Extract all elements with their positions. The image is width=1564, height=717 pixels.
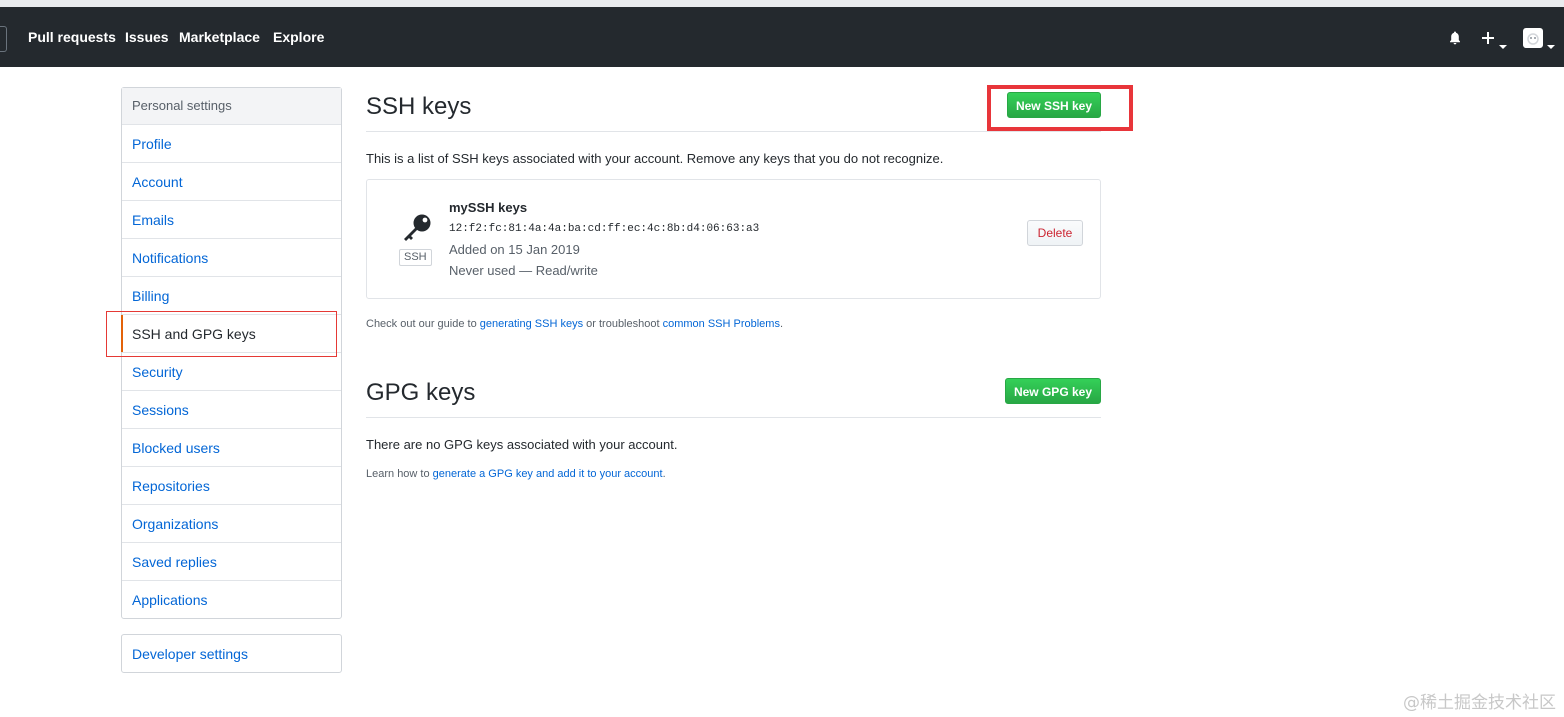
avatar-dropdown-caret[interactable] bbox=[1547, 36, 1555, 54]
sidebar-item-account[interactable]: Account bbox=[122, 163, 341, 201]
sidebar-item-emails[interactable]: Emails bbox=[122, 201, 341, 239]
ssh-guide-text: Check out our guide to generating SSH ke… bbox=[366, 318, 783, 330]
delete-key-button[interactable]: Delete bbox=[1027, 220, 1083, 246]
guide-middle: or troubleshoot bbox=[583, 318, 663, 330]
key-added-date: Added on 15 Jan 2019 bbox=[449, 242, 580, 257]
highlight-box-new-ssh-key bbox=[987, 85, 1133, 131]
top-strip bbox=[0, 0, 1564, 7]
learn-suffix: . bbox=[662, 468, 666, 480]
ssh-badge: SSH bbox=[399, 249, 432, 266]
ssh-intro-text: This is a list of SSH keys associated wi… bbox=[366, 151, 944, 166]
sidebar-item-applications[interactable]: Applications bbox=[122, 581, 341, 618]
bell-icon[interactable] bbox=[1447, 30, 1463, 51]
nav-pull-requests[interactable]: Pull requests bbox=[28, 29, 116, 45]
sidebar-item-sessions[interactable]: Sessions bbox=[122, 391, 341, 429]
generating-ssh-keys-link[interactable]: generating SSH keys bbox=[480, 318, 583, 330]
header-logo-edge[interactable] bbox=[0, 26, 7, 52]
key-usage: Never used — Read/write bbox=[449, 263, 598, 278]
watermark: @稀土掘金技术社区 bbox=[1403, 693, 1556, 713]
sidebar-item-saved-replies[interactable]: Saved replies bbox=[122, 543, 341, 581]
ssh-keys-title: SSH keys bbox=[366, 93, 472, 120]
guide-prefix: Check out our guide to bbox=[366, 318, 480, 330]
sidebar-item-developer-settings[interactable]: Developer settings bbox=[122, 635, 341, 672]
sidebar-item-notifications[interactable]: Notifications bbox=[122, 239, 341, 277]
avatar[interactable] bbox=[1523, 28, 1543, 53]
key-fingerprint: 12:f2:fc:81:4a:4a:ba:cd:ff:ec:4c:8b:d4:0… bbox=[449, 223, 760, 235]
new-gpg-key-button[interactable]: New GPG key bbox=[1005, 378, 1101, 404]
guide-suffix: . bbox=[779, 318, 784, 330]
gpg-divider bbox=[366, 417, 1101, 418]
nav-marketplace[interactable]: Marketplace bbox=[179, 29, 260, 45]
gpg-keys-title: GPG keys bbox=[366, 379, 476, 406]
menu-heading: Personal settings bbox=[122, 88, 341, 125]
plus-icon[interactable] bbox=[1480, 30, 1496, 51]
gpg-empty-text: There are no GPG keys associated with yo… bbox=[366, 437, 678, 452]
plus-dropdown-caret[interactable] bbox=[1499, 36, 1507, 54]
site-header: Pull requests Issues Marketplace Explore bbox=[0, 7, 1564, 67]
sidebar-item-billing[interactable]: Billing bbox=[122, 277, 341, 315]
learn-prefix: Learn how to bbox=[366, 468, 433, 480]
generate-gpg-key-link[interactable]: generate a GPG key and add it to your ac… bbox=[433, 468, 663, 480]
nav-explore[interactable]: Explore bbox=[273, 29, 324, 45]
ssh-divider bbox=[366, 131, 1101, 132]
highlight-box-ssh-gpg bbox=[106, 311, 337, 357]
nav-issues[interactable]: Issues bbox=[125, 29, 169, 45]
sidebar-item-repositories[interactable]: Repositories bbox=[122, 467, 341, 505]
sidebar-item-blocked-users[interactable]: Blocked users bbox=[122, 429, 341, 467]
ssh-key-card: SSH mySSH keys 12:f2:fc:81:4a:4a:ba:cd:f… bbox=[366, 179, 1101, 299]
sidebar-item-organizations[interactable]: Organizations bbox=[122, 505, 341, 543]
gpg-learn-text: Learn how to generate a GPG key and add … bbox=[366, 468, 666, 480]
common-ssh-problems-link[interactable]: common SSH Problems bbox=[663, 318, 780, 330]
key-name: mySSH keys bbox=[449, 200, 528, 215]
sidebar-item-profile[interactable]: Profile bbox=[122, 125, 341, 163]
sidebar-item-security[interactable]: Security bbox=[122, 353, 341, 391]
key-icon bbox=[401, 213, 433, 248]
developer-settings-menu: Developer settings bbox=[121, 634, 342, 673]
